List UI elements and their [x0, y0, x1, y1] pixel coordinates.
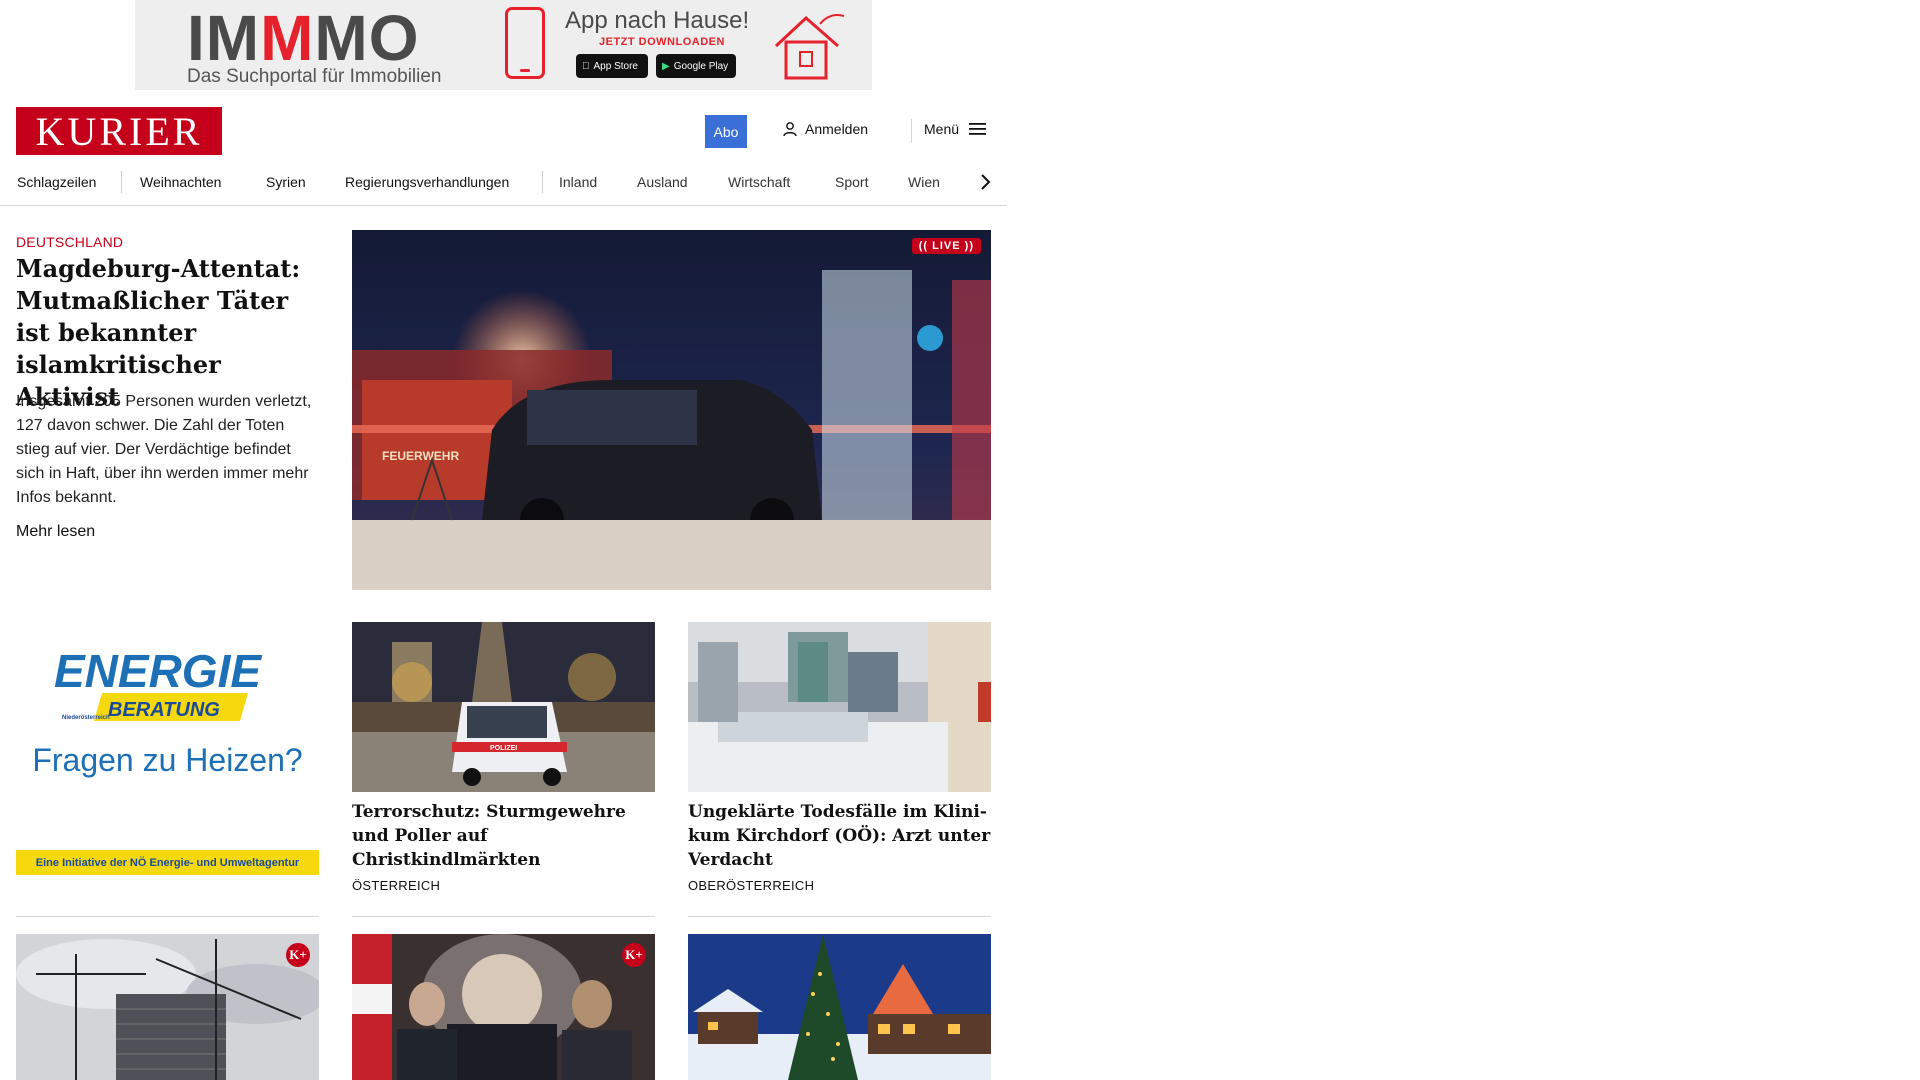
teaser-card[interactable]: Ungeklärte Todesfälle im Klini­kum Kirch…	[688, 622, 991, 893]
energie-ad[interactable]: BERATUNG ENERGIE Niederösterreich Fragen…	[16, 635, 319, 875]
row-divider	[16, 916, 319, 917]
card-headline[interactable]: Ungeklärte Todesfälle im Klini­kum Kirch…	[688, 800, 991, 872]
abo-button[interactable]: Abo	[705, 115, 747, 148]
christmas-village-photo	[688, 934, 991, 1080]
ad-brand-logo: IMMMO	[187, 2, 420, 74]
chevron-right-icon[interactable]	[974, 169, 998, 195]
kplus-badge: K+	[622, 943, 646, 967]
nav-item-syrien[interactable]: Syrien	[266, 171, 306, 193]
lead-headline[interactable]: Magdeburg-Attentat: Mutmaßlicher Täter i…	[16, 253, 316, 413]
page: IMMMO Das Suchportal für Immobilien App …	[0, 0, 1007, 1080]
nav-divider	[121, 171, 122, 193]
main-nav: Schlagzeilen Weihnachten Syrien Regierun…	[0, 168, 1007, 206]
lead-image[interactable]: FEUERWEHR (( LIVE ))	[352, 230, 991, 590]
svg-text:Niederösterreich: Niederösterreich	[62, 715, 110, 721]
nav-item-sport[interactable]: Sport	[835, 171, 868, 193]
construction-photo	[16, 934, 319, 1080]
svg-text:POLIZEI: POLIZEI	[490, 745, 517, 752]
politics-photo	[352, 934, 655, 1080]
ad-footer: Eine Initiative der NÖ Energie- und Umwe…	[16, 850, 319, 875]
live-label: LIVE	[932, 240, 961, 252]
kurier-logo[interactable]: KURIER	[16, 107, 222, 155]
kplus-badge: K+	[286, 943, 310, 967]
nav-item-wien[interactable]: Wien	[908, 171, 940, 193]
nav-item-regierungsverhandlungen[interactable]: Regierungsverhandlungen	[345, 171, 509, 193]
row-divider	[688, 916, 991, 917]
ad-title: App nach Hause!	[565, 7, 750, 34]
nav-divider	[542, 171, 543, 193]
bottom-card-christmas[interactable]	[688, 934, 991, 1080]
menu-label: Menü	[924, 121, 960, 137]
teaser-card[interactable]: POLIZEI Terrorschutz: Sturmgewehre und P…	[352, 622, 655, 893]
login-label: Anmelden	[805, 121, 869, 137]
nav-item-ausland[interactable]: Ausland	[637, 171, 688, 193]
nav-item-wirtschaft[interactable]: Wirtschaft	[728, 171, 790, 193]
ad-headline: Fragen zu Heizen?	[32, 742, 303, 778]
fire-truck-text: FEUERWEHR	[382, 449, 459, 463]
police-van-photo: POLIZEI	[352, 622, 655, 792]
user-icon	[783, 122, 797, 137]
phone-icon	[505, 7, 545, 79]
app-store-badge[interactable]:  App Store	[576, 54, 648, 78]
bottom-card-politics[interactable]: K+	[352, 934, 655, 1080]
card-kicker[interactable]: ÖSTERREICH	[352, 878, 655, 893]
row-divider	[352, 916, 655, 917]
nav-item-schlagzeilen[interactable]: Schlagzeilen	[17, 171, 96, 193]
hospital-ward-photo	[688, 622, 991, 792]
menu-button[interactable]: Menü	[924, 121, 987, 137]
google-play-label: Google Play	[673, 60, 729, 72]
google-play-badge[interactable]: ▶ Google Play	[656, 54, 736, 78]
house-icon	[774, 14, 845, 80]
lead-kicker[interactable]: DEUTSCHLAND	[16, 234, 123, 250]
ad-cta: JETZT DOWNLOADEN	[599, 36, 725, 48]
card-headline[interactable]: Terrorschutz: Sturmgewehre und Poller au…	[352, 800, 655, 872]
read-more-link[interactable]: Mehr lesen	[16, 523, 95, 541]
lead-teaser: Insgesamt 205 Personen wurden verletzt, …	[16, 393, 312, 506]
play-icon: ▶	[662, 60, 670, 72]
ad-tagline: Das Suchportal für Immobilien	[187, 66, 442, 87]
energie-beratung-logo: BERATUNG ENERGIE Niederösterreich	[54, 645, 262, 721]
live-badge: (( LIVE ))	[911, 238, 981, 254]
bottom-card-construction[interactable]: K+	[16, 934, 319, 1080]
header-divider	[911, 119, 912, 143]
app-store-label: App Store	[586, 60, 638, 72]
login-button[interactable]: Anmelden	[782, 121, 868, 137]
hamburger-icon	[969, 123, 987, 135]
banner-ad[interactable]: IMMMO Das Suchportal für Immobilien App …	[135, 0, 872, 90]
nav-item-inland[interactable]: Inland	[559, 171, 597, 193]
card-kicker[interactable]: OBERÖSTERREICH	[688, 878, 991, 893]
svg-text:BERATUNG: BERATUNG	[108, 699, 220, 721]
apple-icon: 	[582, 61, 590, 72]
crime-scene-photo: FEUERWEHR	[352, 230, 991, 590]
nav-item-weihnachten[interactable]: Weihnachten	[140, 171, 221, 193]
svg-text:ENERGIE: ENERGIE	[54, 645, 262, 697]
